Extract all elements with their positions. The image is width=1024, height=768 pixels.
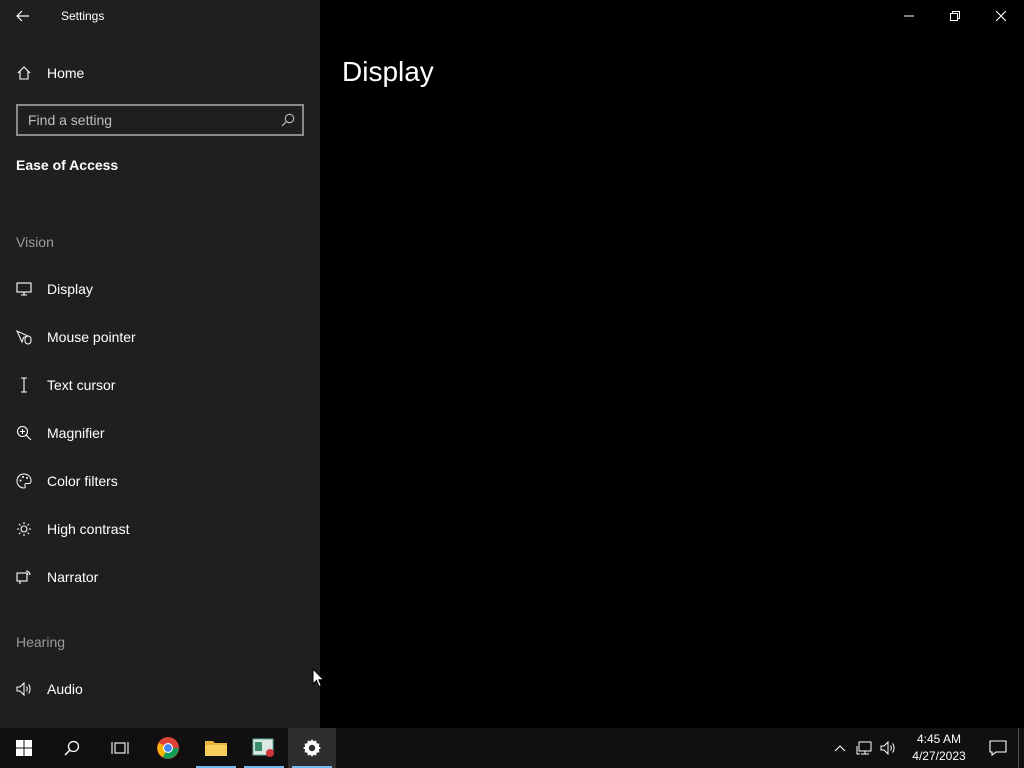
back-button[interactable] (0, 0, 46, 32)
group-label-vision: Vision (16, 234, 54, 250)
speaker-icon (880, 740, 895, 756)
sidebar-item-magnifier[interactable]: Magnifier (0, 413, 320, 453)
search-icon (64, 740, 80, 756)
restore-button[interactable] (932, 0, 978, 32)
search-icon[interactable] (274, 106, 302, 134)
chrome-icon (157, 737, 179, 759)
chrome-taskbar-button[interactable] (144, 728, 192, 768)
network-button[interactable] (852, 728, 876, 768)
sidebar-item-label: Narrator (47, 569, 99, 585)
task-view-button[interactable] (96, 728, 144, 768)
text-cursor-icon (16, 377, 32, 393)
minimize-icon (904, 15, 914, 17)
home-label: Home (47, 65, 85, 81)
show-desktop-button[interactable] (1018, 728, 1024, 768)
sidebar-item-label: Display (47, 281, 93, 297)
sidebar-item-narrator[interactable]: Narrator (0, 557, 320, 597)
mouse-pointer-icon (16, 329, 32, 345)
sidebar-item-label: Text cursor (47, 377, 116, 393)
sidebar-item-label: Color filters (47, 473, 118, 489)
file-explorer-taskbar-button[interactable] (192, 728, 240, 768)
search-box (16, 104, 304, 136)
sun-icon (16, 521, 32, 537)
monitor-icon (16, 281, 32, 297)
gear-icon (303, 739, 321, 757)
sidebar-item-audio[interactable]: Audio (0, 669, 320, 709)
network-icon (856, 741, 872, 755)
home-nav-item[interactable]: Home (0, 57, 320, 89)
sidebar-item-label: Mouse pointer (47, 329, 136, 345)
app-title: Settings (61, 9, 105, 23)
magnifier-icon (16, 425, 32, 441)
system-tray: 4:45 AM 4/27/2023 (828, 728, 1024, 768)
search-input[interactable] (18, 106, 274, 134)
sidebar-item-label: High contrast (47, 521, 130, 537)
windows-logo-icon (16, 740, 32, 756)
home-icon (17, 66, 31, 80)
volume-button[interactable] (876, 728, 900, 768)
back-arrow-icon (16, 10, 29, 22)
notification-icon (989, 740, 1007, 756)
taskbar: 4:45 AM 4/27/2023 (0, 728, 1024, 768)
sidebar-item-label: Magnifier (47, 425, 105, 441)
sidebar-item-text-cursor[interactable]: Text cursor (0, 365, 320, 405)
palette-icon (16, 473, 32, 489)
action-center-button[interactable] (978, 728, 1018, 768)
close-icon (996, 11, 1006, 21)
task-view-icon (111, 742, 129, 754)
sidebar-item-label: Audio (47, 681, 83, 697)
close-button[interactable] (978, 0, 1024, 32)
chevron-up-icon (834, 745, 846, 752)
group-label-hearing: Hearing (16, 634, 66, 650)
show-hidden-icons-button[interactable] (828, 728, 852, 768)
start-button[interactable] (0, 728, 48, 768)
search-taskbar-button[interactable] (48, 728, 96, 768)
folder-icon (205, 741, 227, 756)
mouse-cursor-icon (312, 668, 325, 688)
app-window-icon (252, 738, 274, 757)
settings-taskbar-button[interactable] (288, 728, 336, 768)
sidebar-item-high-contrast[interactable]: High contrast (0, 509, 320, 549)
clock-time: 4:45 AM (916, 732, 962, 746)
taskbar-clock[interactable]: 4:45 AM 4/27/2023 (904, 731, 974, 765)
restore-icon (950, 11, 960, 21)
title-bar: Settings (0, 0, 320, 32)
window-controls (886, 0, 1024, 32)
app-taskbar-button[interactable] (240, 728, 288, 768)
section-title: Ease of Access (16, 157, 119, 173)
speaker-icon (16, 681, 32, 697)
settings-sidebar: Settings Home Ease of Access Vision Disp… (0, 0, 320, 728)
sidebar-item-display[interactable]: Display (0, 269, 320, 309)
narrator-icon (16, 569, 32, 585)
page-title: Display (342, 56, 434, 87)
sidebar-item-mouse-pointer[interactable]: Mouse pointer (0, 317, 320, 357)
minimize-button[interactable] (886, 0, 932, 32)
sidebar-item-color-filters[interactable]: Color filters (0, 461, 320, 501)
clock-date: 4/27/2023 (912, 749, 966, 763)
